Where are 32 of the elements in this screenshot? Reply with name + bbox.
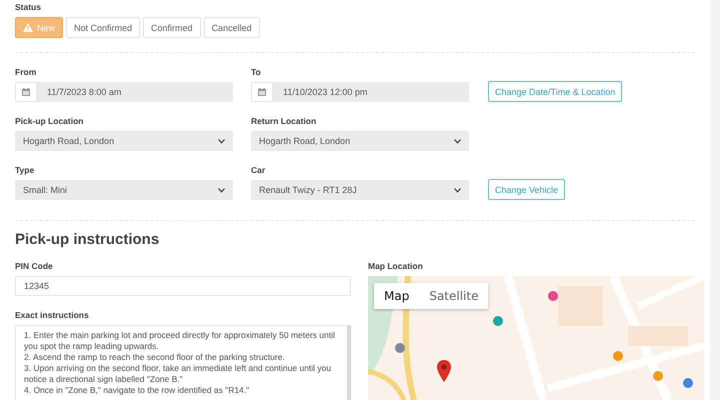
instructions-field[interactable]: 1. Enter the main parking lot and proceed directly for approximately 50 meters until you spot the ramp leading upwards. 2. Ascend the ramp to reach the second floor of the parking structure. 3. Upon arriving on the second floor, take an immediate left and continue until you notice a directional sign labelled "Zone B." 4. Once in "Zone B," navigate to the row identified as "R14." — [15, 325, 351, 400]
date-field[interactable]: 11/7/2023 8:00 am — [15, 82, 233, 102]
field-label: Map Location — [368, 261, 424, 271]
caret-icon — [454, 188, 461, 192]
select-field[interactable]: Hogarth Road, London — [15, 131, 233, 151]
field-label: Return Location — [251, 116, 318, 126]
field-label: To — [251, 67, 262, 77]
map-type-tab[interactable]: Map — [374, 283, 420, 309]
field-label: PIN Code — [15, 261, 54, 271]
status-option[interactable]: Not Confirmed — [66, 17, 140, 38]
field-label: Car — [251, 165, 266, 175]
status-label: Status — [15, 2, 42, 12]
warning-icon — [23, 23, 33, 32]
map-type-tab[interactable]: Satellite — [419, 283, 488, 309]
caret-icon — [218, 138, 225, 144]
field-label: Exact instructions — [15, 310, 90, 320]
date-field[interactable]: 11/10/2023 12:00 pm — [251, 82, 469, 102]
caret-icon — [218, 188, 225, 192]
calendar-icon — [258, 88, 266, 96]
status-option[interactable]: Cancelled — [204, 17, 260, 38]
field-label: Type — [15, 165, 36, 175]
select-field[interactable]: Small: Mini — [15, 180, 233, 200]
calendar-icon — [22, 88, 30, 96]
caret-icon — [454, 138, 461, 144]
map-pin-icon — [437, 360, 451, 382]
pin-code-field[interactable]: 12345 — [15, 276, 351, 296]
select-field[interactable]: Hogarth Road, London — [251, 131, 469, 151]
status-option[interactable]: Confirmed — [143, 17, 201, 38]
field-label: Pick-up Location — [15, 116, 84, 126]
section-heading: Pick-up instructions — [15, 231, 160, 248]
field-label: From — [15, 67, 38, 77]
select-field[interactable]: Renault Twizy - RT1 28J — [251, 180, 469, 200]
